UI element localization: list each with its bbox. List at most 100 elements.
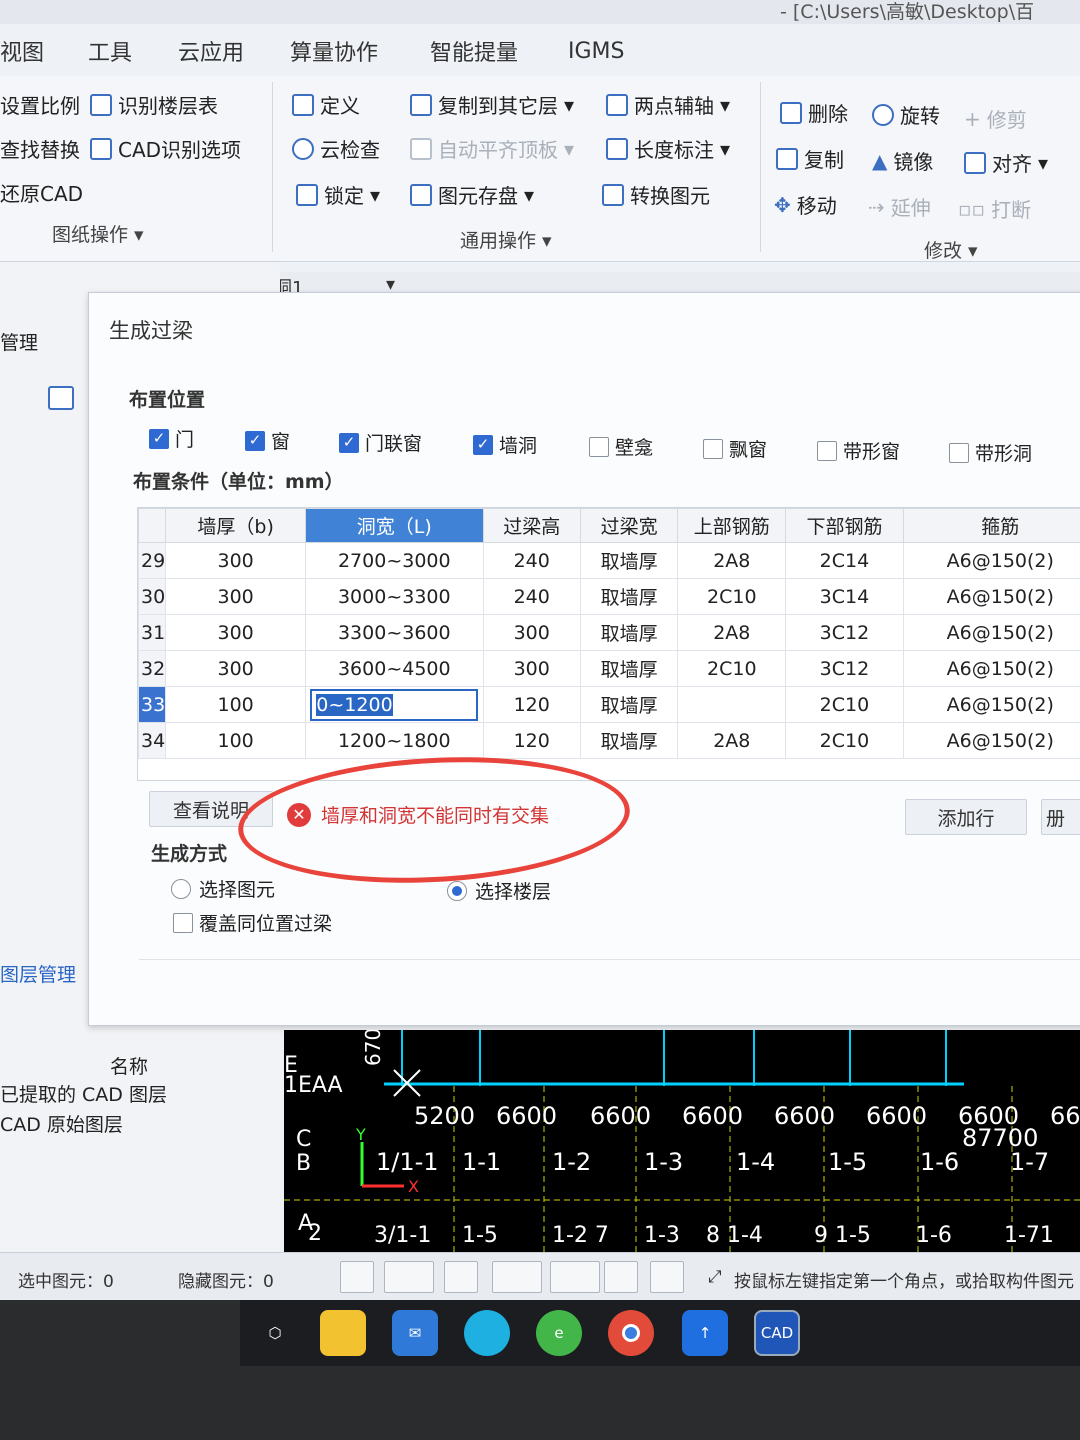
table-row[interactable]: 33 100 0~1200 120 取墙厚 2C10 A6@150(2) xyxy=(138,686,1080,723)
placement-checkbox[interactable]: 带形窗 xyxy=(817,437,900,464)
top-rebar-cell[interactable]: 2C10 xyxy=(677,650,787,687)
lintel-width-cell[interactable]: 取墙厚 xyxy=(579,578,679,615)
table-row[interactable]: 32 300 3600~4500 300 取墙厚 2C10 3C12 A6@150(2) xyxy=(138,650,1080,687)
cloud-check-button[interactable]: 云检查 xyxy=(292,134,380,163)
copy-icon[interactable] xyxy=(48,386,74,410)
opening-width-cell[interactable]: 3300~3600 xyxy=(305,614,484,651)
menu-igms[interactable]: IGMS xyxy=(568,39,624,64)
row-index[interactable]: 30 xyxy=(138,578,167,615)
rotate-button[interactable]: 旋转 xyxy=(872,100,940,129)
cad-icon[interactable]: CAD xyxy=(754,1310,800,1356)
task-view-icon[interactable]: ⬡ xyxy=(252,1310,298,1356)
lintel-width-header[interactable]: 过梁宽 xyxy=(579,508,679,543)
stirrup-cell[interactable]: A6@150(2) xyxy=(902,542,1080,579)
stirrup-cell[interactable]: A6@150(2) xyxy=(902,722,1080,759)
bottom-rebar-header[interactable]: 下部钢筋 xyxy=(785,508,904,543)
lintel-width-cell[interactable]: 取墙厚 xyxy=(579,722,679,759)
top-rebar-header[interactable]: 上部钢筋 xyxy=(677,508,787,543)
row-index[interactable]: 34 xyxy=(138,722,167,759)
top-rebar-cell[interactable]: 2C10 xyxy=(677,578,787,615)
mail-icon[interactable]: ✉ xyxy=(392,1310,438,1356)
bottom-rebar-cell[interactable]: 2C10 xyxy=(785,686,904,723)
menu-cloud[interactable]: 云应用 xyxy=(178,35,244,67)
find-replace-button[interactable]: 查找替换 xyxy=(0,134,80,163)
placement-checkbox[interactable]: 飘窗 xyxy=(703,435,767,462)
bottom-rebar-cell[interactable]: 3C12 xyxy=(785,650,904,687)
ortho-icon[interactable] xyxy=(340,1261,374,1293)
placement-checkbox[interactable]: ✓ 门 xyxy=(149,425,194,452)
align-button[interactable]: 对齐 ▾ xyxy=(964,148,1048,177)
placement-checkbox[interactable]: ✓ 墙洞 xyxy=(473,431,537,458)
lintel-height-cell[interactable]: 300 xyxy=(482,614,581,651)
placement-checkbox[interactable]: 带形洞 xyxy=(949,439,1032,466)
opening-width-editor[interactable]: 0~1200 xyxy=(310,688,479,721)
top-rebar-cell[interactable]: 2A8 xyxy=(677,614,787,651)
add-row-button[interactable]: 添加行 xyxy=(905,799,1027,835)
file-explorer-icon[interactable] xyxy=(320,1310,366,1356)
restore-cad-button[interactable]: 还原CAD xyxy=(0,178,83,207)
auto-align-top-button[interactable]: 自动平齐顶板 ▾ xyxy=(410,134,574,163)
wall-thickness-cell[interactable]: 300 xyxy=(165,614,307,651)
bottom-rebar-cell[interactable]: 2C14 xyxy=(785,542,904,579)
element-store-button[interactable]: 图元存盘 ▾ xyxy=(410,180,534,209)
bottom-rebar-cell[interactable]: 3C14 xyxy=(785,578,904,615)
glodon-icon[interactable]: ↑ xyxy=(682,1310,728,1356)
mode-select-element[interactable]: 选择图元 xyxy=(171,875,275,902)
wall-thickness-cell[interactable]: 300 xyxy=(165,542,307,579)
lintel-height-header[interactable]: 过梁高 xyxy=(482,508,581,543)
delete-row-button[interactable]: 册 xyxy=(1041,799,1080,835)
top-rebar-cell[interactable] xyxy=(677,686,787,723)
mirror-button[interactable]: ▲ 镜像 xyxy=(872,146,933,175)
row-index[interactable]: 31 xyxy=(138,614,167,651)
wall-thickness-cell[interactable]: 300 xyxy=(165,578,307,615)
menu-smart-extract[interactable]: 智能提量 xyxy=(430,35,518,67)
row-index[interactable]: 32 xyxy=(138,650,167,687)
lintel-height-cell[interactable]: 120 xyxy=(482,686,581,723)
table-row[interactable]: 29 300 2700~3000 240 取墙厚 2A8 2C14 A6@150(2) xyxy=(138,542,1080,579)
define-button[interactable]: 定义 xyxy=(292,90,360,119)
cad-options-button[interactable]: CAD识别选项 xyxy=(90,134,241,163)
opening-width-cell[interactable]: 1200~1800 xyxy=(305,722,484,759)
stirrup-header[interactable]: 箍筋 xyxy=(902,508,1080,543)
table-row[interactable]: 31 300 3300~3600 300 取墙厚 2A8 3C12 A6@150(2) xyxy=(138,614,1080,651)
layer-manage-tab[interactable]: 图层管理 xyxy=(0,960,76,987)
opening-width-header[interactable]: 洞宽（L) xyxy=(305,508,484,543)
extracted-cad-layer[interactable]: 已提取的 CAD 图层 xyxy=(0,1080,167,1107)
overwrite-checkbox[interactable]: 覆盖同位置过梁 xyxy=(173,909,332,936)
ie-icon[interactable]: e xyxy=(536,1310,582,1356)
cad-drawing-area[interactable]: E 1EAA 670 5200 6600 6600 6600 6600 6600 6600 66 87… xyxy=(284,1030,1080,1252)
bottom-rebar-cell[interactable]: 3C12 xyxy=(785,614,904,651)
drawing-ops-group[interactable]: 图纸操作 ▾ xyxy=(52,220,144,247)
cross-icon[interactable] xyxy=(444,1261,478,1293)
set-scale-button[interactable]: 设置比例 xyxy=(0,90,80,119)
menu-view[interactable]: 视图 xyxy=(0,35,44,67)
copy-button[interactable]: 复制 xyxy=(776,144,844,173)
screen-icon[interactable] xyxy=(604,1261,638,1293)
length-dim-button[interactable]: 长度标注 ▾ xyxy=(606,134,730,163)
menu-calc-collab[interactable]: 算量协作 xyxy=(290,35,378,67)
wall-thickness-cell[interactable]: 100 xyxy=(165,686,307,723)
wall-thickness-cell[interactable]: 300 xyxy=(165,650,307,687)
menu-tools[interactable]: 工具 xyxy=(88,35,132,67)
placement-checkbox[interactable]: ✓ 门联窗 xyxy=(339,429,422,456)
edge-icon[interactable] xyxy=(464,1310,510,1356)
arc-icon[interactable] xyxy=(650,1261,684,1293)
opening-width-cell[interactable]: 3000~3300 xyxy=(305,578,484,615)
select-box-icon[interactable] xyxy=(384,1261,434,1293)
lock-button[interactable]: 锁定 ▾ xyxy=(296,180,380,209)
two-point-aux-button[interactable]: 两点辅轴 ▾ xyxy=(606,90,730,119)
stirrup-cell[interactable]: A6@150(2) xyxy=(902,686,1080,723)
lintel-height-cell[interactable]: 300 xyxy=(482,650,581,687)
stirrup-cell[interactable]: A6@150(2) xyxy=(902,614,1080,651)
copy-to-floor-button[interactable]: 复制到其它层 ▾ xyxy=(410,90,574,119)
snap-icon[interactable] xyxy=(550,1261,600,1293)
delete-button[interactable]: 删除 xyxy=(780,98,848,127)
break-button[interactable]: ▫▫ 打断 xyxy=(958,194,1031,223)
angle-icon[interactable] xyxy=(492,1261,542,1293)
original-cad-layer[interactable]: CAD 原始图层 xyxy=(0,1110,123,1137)
placement-checkbox[interactable]: ✓ 窗 xyxy=(245,427,290,454)
lintel-width-cell[interactable]: 取墙厚 xyxy=(579,614,679,651)
bottom-rebar-cell[interactable]: 2C10 xyxy=(785,722,904,759)
lintel-height-cell[interactable]: 240 xyxy=(482,542,581,579)
lintel-height-cell[interactable]: 120 xyxy=(482,722,581,759)
